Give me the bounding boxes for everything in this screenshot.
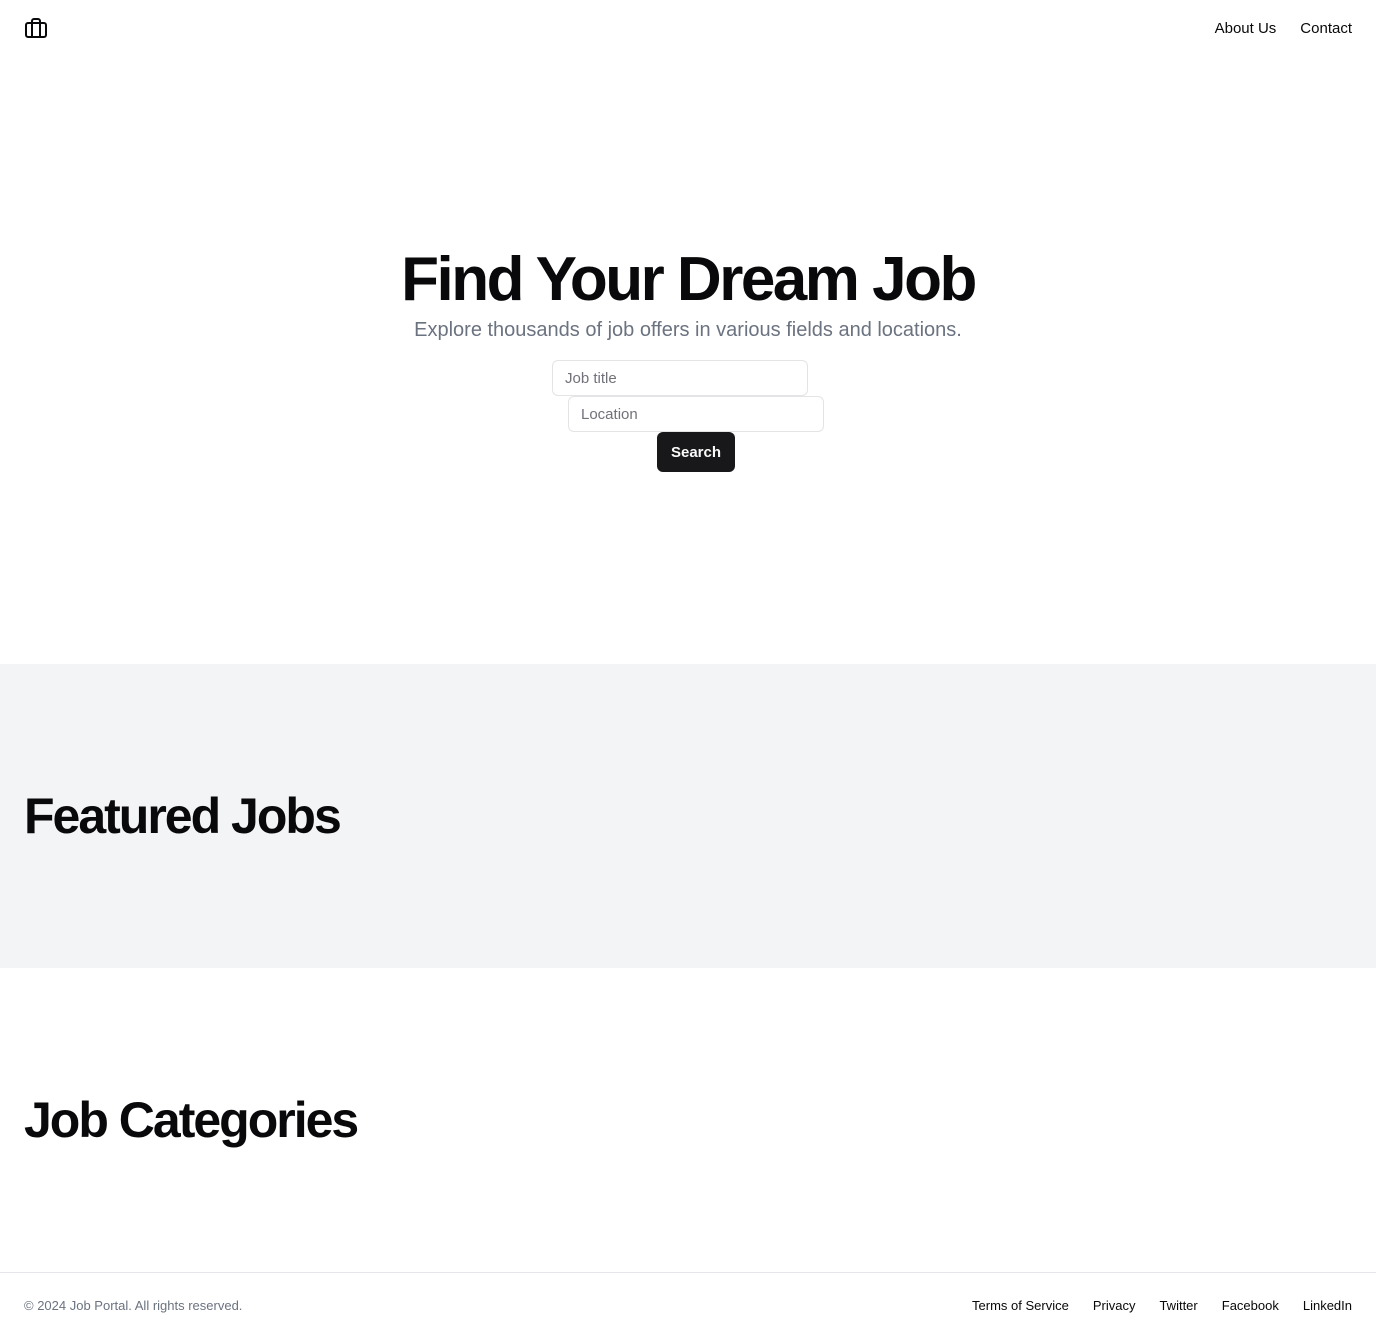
job-title-input[interactable] bbox=[552, 360, 808, 396]
hero-section: Find Your Dream Job Explore thousands of… bbox=[0, 56, 1376, 664]
job-categories-section: Job Categories bbox=[0, 968, 1376, 1272]
home-logo-link[interactable] bbox=[24, 16, 48, 40]
copyright-text: © 2024 Job Portal. All rights reserved. bbox=[24, 1297, 243, 1313]
footer-privacy-link[interactable]: Privacy bbox=[1093, 1298, 1136, 1313]
footer-links: Terms of Service Privacy Twitter Faceboo… bbox=[972, 1298, 1352, 1313]
hero-title: Find Your Dream Job bbox=[401, 245, 977, 314]
site-header: About Us Contact bbox=[0, 0, 1376, 56]
footer-facebook-link[interactable]: Facebook bbox=[1222, 1298, 1279, 1313]
briefcase-icon bbox=[25, 18, 47, 38]
nav-contact-link[interactable]: Contact bbox=[1300, 20, 1352, 37]
hero-subtitle: Explore thousands of job offers in vario… bbox=[414, 319, 962, 341]
nav-about-us-link[interactable]: About Us bbox=[1215, 20, 1277, 37]
search-button[interactable]: Search bbox=[657, 432, 735, 472]
job-categories-title: Job Categories bbox=[24, 1092, 359, 1148]
featured-jobs-section: Featured Jobs bbox=[0, 664, 1376, 968]
footer-linkedin-link[interactable]: LinkedIn bbox=[1303, 1298, 1352, 1313]
location-input[interactable] bbox=[568, 396, 824, 432]
footer-terms-link[interactable]: Terms of Service bbox=[972, 1298, 1069, 1313]
site-footer: © 2024 Job Portal. All rights reserved. … bbox=[0, 1272, 1376, 1337]
page: About Us Contact Find Your Dream Job Exp… bbox=[0, 0, 1376, 1337]
main-nav: About Us Contact bbox=[1215, 20, 1352, 37]
footer-twitter-link[interactable]: Twitter bbox=[1159, 1298, 1197, 1313]
featured-jobs-title: Featured Jobs bbox=[24, 788, 342, 844]
